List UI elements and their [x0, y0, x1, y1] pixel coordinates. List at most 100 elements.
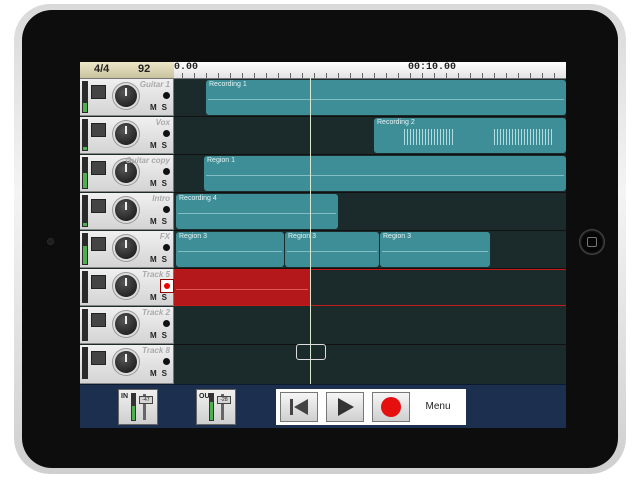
ruler-tick: [302, 73, 303, 78]
track-volume-fader[interactable]: [91, 123, 106, 137]
timeline-ruler[interactable]: 0.00 00:10.00: [174, 62, 566, 79]
ruler-tick: [446, 73, 447, 78]
output-meter: [209, 393, 214, 421]
audio-region[interactable]: Region 3: [285, 232, 379, 267]
mute-solo-buttons[interactable]: MS: [150, 331, 172, 340]
track-header[interactable]: FX MS: [80, 231, 174, 268]
track-volume-fader[interactable]: [91, 161, 106, 175]
track-volume-fader[interactable]: [91, 275, 106, 289]
track-volume-fader[interactable]: [91, 85, 106, 99]
track-level-meter: [82, 347, 88, 379]
ruler-tick: [470, 73, 471, 78]
output-level-control[interactable]: OUT -28: [196, 389, 236, 425]
input-slider-handle[interactable]: -47: [139, 396, 153, 404]
audio-region[interactable]: Recording 1: [206, 80, 566, 115]
ruler-tick: [398, 73, 399, 78]
record-arm-led[interactable]: [163, 206, 170, 213]
track-level-meter: [82, 309, 88, 341]
input-level-control[interactable]: IN -47: [118, 389, 158, 425]
mute-solo-buttons[interactable]: MS: [150, 103, 172, 112]
mute-solo-buttons[interactable]: MS: [150, 217, 172, 226]
output-slider-handle[interactable]: -28: [217, 396, 231, 404]
region-name: Recording 1: [209, 81, 247, 88]
region-name: Region 3: [383, 233, 412, 240]
pan-knob-icon[interactable]: [115, 275, 137, 297]
track-header[interactable]: Guitar copy MS: [80, 155, 174, 192]
track-lane[interactable]: Region 1: [174, 155, 566, 193]
ruler-tick: [362, 73, 363, 78]
track-name: Track 8: [142, 346, 170, 355]
record-arm-led[interactable]: [163, 358, 170, 365]
record-arm-led[interactable]: [163, 130, 170, 137]
track-header[interactable]: Vox MS: [80, 117, 174, 154]
waveform: [206, 175, 564, 176]
track-lane[interactable]: Region 3 Region 3 Region 3: [174, 231, 566, 269]
mute-solo-buttons[interactable]: MS: [150, 369, 172, 378]
playhead-handle[interactable]: [296, 344, 326, 360]
ruler-tick: [530, 73, 531, 78]
mute-solo-buttons[interactable]: MS: [150, 141, 172, 150]
track-header[interactable]: Track 5 MS: [80, 269, 174, 306]
pan-knob-icon[interactable]: [115, 123, 137, 145]
pan-knob-icon[interactable]: [115, 237, 137, 259]
track-volume-fader[interactable]: [91, 199, 106, 213]
track-lane[interactable]: Recording 1: [174, 79, 566, 117]
track-volume-fader[interactable]: [91, 237, 106, 251]
track-header[interactable]: Track 8 MS: [80, 345, 174, 384]
record-arm-led[interactable]: [163, 92, 170, 99]
audio-region[interactable]: Recording 2: [374, 118, 566, 153]
audio-region[interactable]: Region 3: [380, 232, 490, 267]
ruler-tick: [326, 73, 327, 78]
track-header[interactable]: Intro MS: [80, 193, 174, 230]
ruler-tick: [266, 73, 267, 78]
track-lane[interactable]: Recording 4: [174, 193, 566, 231]
front-camera: [47, 238, 54, 245]
audio-region[interactable]: Region 3: [176, 232, 284, 267]
bottom-bar: IN -47 OUT -28 Menu: [80, 384, 566, 428]
play-button[interactable]: [326, 392, 364, 422]
audio-region[interactable]: Region 1: [204, 156, 566, 191]
track-name: Vox: [155, 118, 170, 127]
ruler-tick: [494, 73, 495, 78]
pan-knob-icon[interactable]: [115, 313, 137, 335]
playhead[interactable]: [310, 78, 311, 428]
pan-knob-icon[interactable]: [115, 85, 137, 107]
rewind-button[interactable]: [280, 392, 318, 422]
track-volume-fader[interactable]: [91, 351, 106, 365]
record-arm-button[interactable]: [160, 279, 174, 293]
ruler-tick: [242, 73, 243, 78]
track-header[interactable]: Track 2 MS: [80, 307, 174, 344]
track-lane-armed[interactable]: [174, 269, 566, 306]
record-arm-led[interactable]: [163, 168, 170, 175]
ruler-tick: [458, 73, 459, 78]
track-name: Guitar 1: [139, 80, 170, 89]
track-level-meter: [82, 271, 88, 303]
region-name: Recording 2: [377, 119, 415, 126]
record-arm-led[interactable]: [163, 320, 170, 327]
track-lane[interactable]: Recording 2: [174, 117, 566, 155]
ruler-tick: [278, 73, 279, 78]
audio-region[interactable]: Recording 4: [176, 194, 338, 229]
track-lane[interactable]: [174, 307, 566, 345]
region-name: Region 3: [288, 233, 317, 240]
track-name: Track 5: [142, 270, 170, 279]
track-volume-fader[interactable]: [91, 313, 106, 327]
recording-region[interactable]: [174, 270, 310, 305]
record-button[interactable]: [372, 392, 410, 422]
home-button[interactable]: [579, 229, 605, 255]
mute-solo-buttons[interactable]: MS: [150, 293, 172, 302]
mute-solo-buttons[interactable]: MS: [150, 255, 172, 264]
menu-button[interactable]: Menu: [414, 392, 462, 422]
time-signature-tempo-box[interactable]: 4/4 92: [80, 62, 174, 79]
pan-knob-icon[interactable]: [115, 199, 137, 221]
track-level-meter: [82, 233, 88, 265]
track-header[interactable]: Guitar 1 MS: [80, 79, 174, 116]
track-lane[interactable]: [174, 345, 566, 385]
ruler-tick: [338, 73, 339, 78]
track-name: Intro: [152, 194, 170, 203]
input-meter: [131, 393, 136, 421]
pan-knob-icon[interactable]: [115, 351, 137, 373]
region-name: Recording 4: [179, 195, 217, 202]
mute-solo-buttons[interactable]: MS: [150, 179, 172, 188]
record-arm-led[interactable]: [163, 244, 170, 251]
